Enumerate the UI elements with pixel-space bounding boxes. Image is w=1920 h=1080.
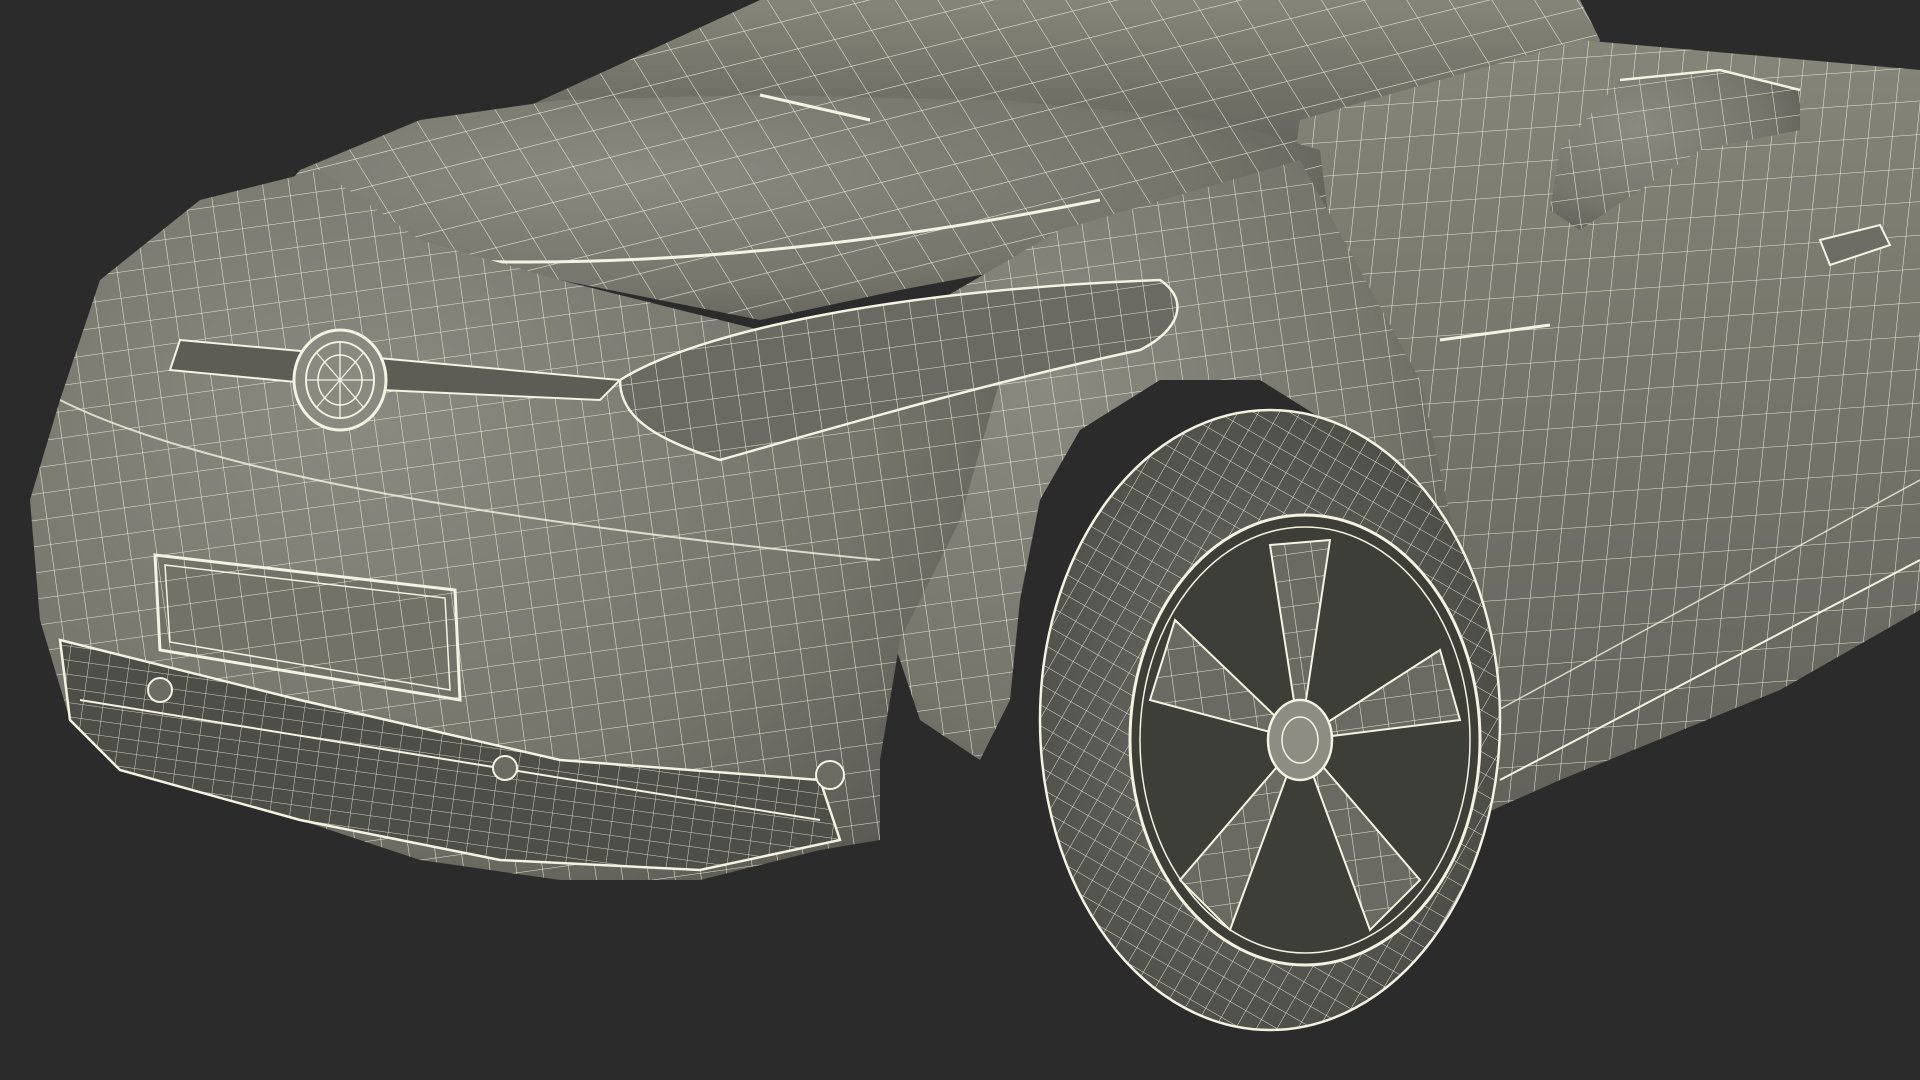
brand-logo-icon (292, 328, 388, 432)
car-wireframe-render (30, 0, 1920, 1032)
render-viewport (0, 0, 1920, 1080)
wheel-hub-icon (1266, 698, 1334, 782)
